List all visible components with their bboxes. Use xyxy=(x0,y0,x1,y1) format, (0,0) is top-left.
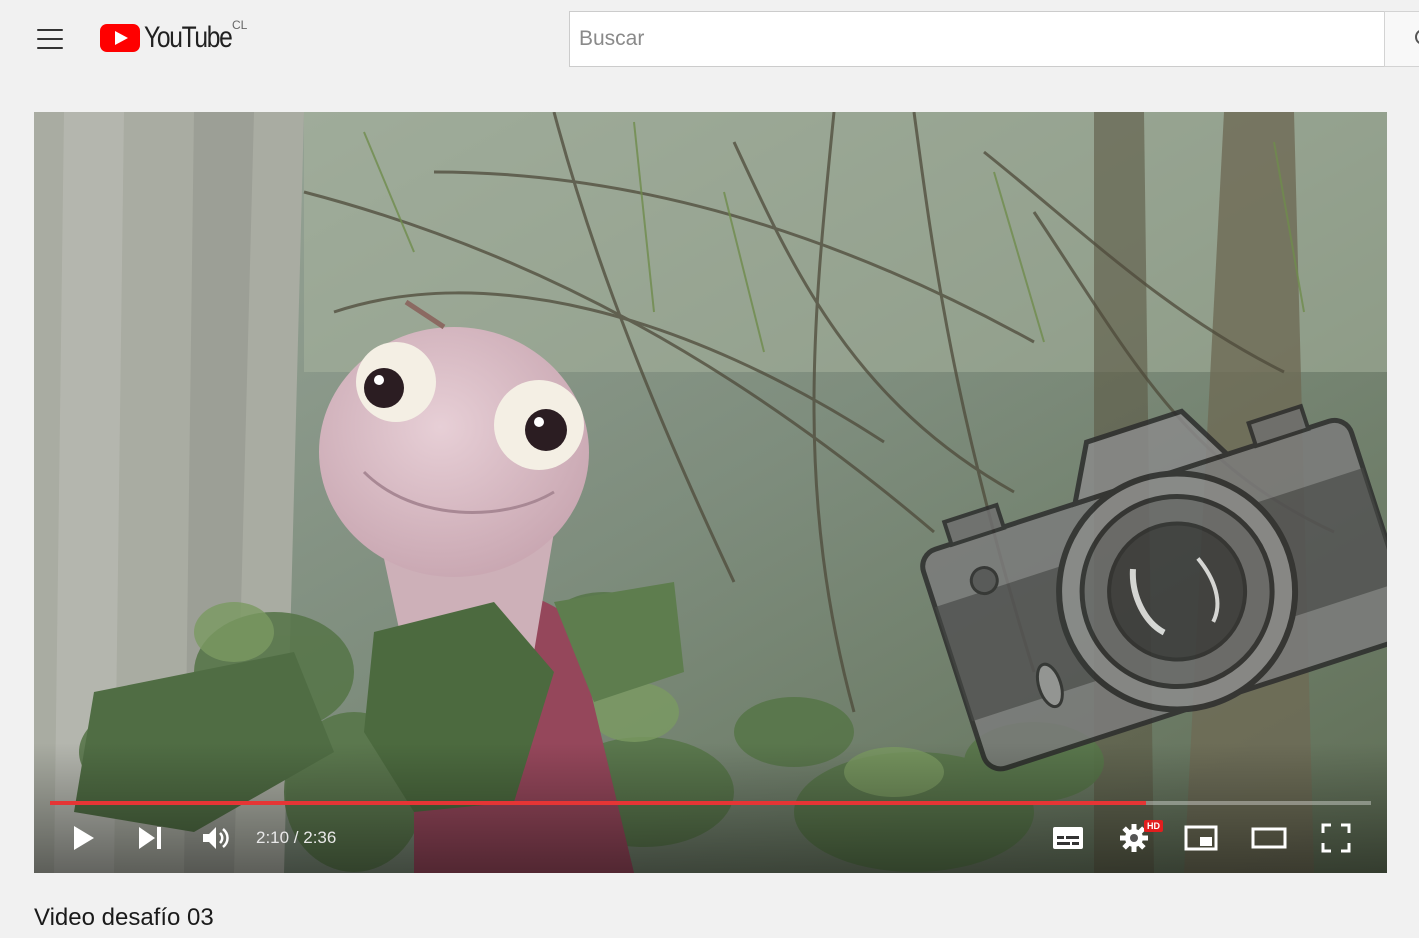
search-icon xyxy=(1415,29,1419,45)
play-icon xyxy=(74,826,94,850)
video-title: Video desafío 03 xyxy=(34,904,214,931)
play-button[interactable] xyxy=(64,818,104,858)
region-code: CL xyxy=(232,18,248,32)
search-input[interactable]: Buscar xyxy=(569,11,1385,67)
video-player[interactable]: 2:10 / 2:36 HD xyxy=(34,112,1387,873)
subtitles-button[interactable] xyxy=(1048,818,1088,858)
theater-mode-button[interactable] xyxy=(1248,818,1290,858)
volume-icon xyxy=(203,827,229,849)
progress-played xyxy=(50,801,1147,805)
miniplayer-icon xyxy=(1184,825,1218,851)
search-placeholder: Buscar xyxy=(579,27,645,50)
next-button[interactable] xyxy=(130,818,170,858)
volume-button[interactable] xyxy=(196,818,236,858)
logo-wordmark: YouTube xyxy=(144,21,233,54)
time-display: 2:10 / 2:36 xyxy=(256,828,337,847)
youtube-logo-icon xyxy=(100,24,140,52)
hd-badge: HD xyxy=(1144,820,1163,832)
theater-mode-icon xyxy=(1251,827,1287,849)
search-button[interactable] xyxy=(1384,11,1419,67)
miniplayer-button[interactable] xyxy=(1181,818,1221,858)
youtube-logo[interactable]: YouTube CL xyxy=(100,18,251,58)
fullscreen-icon xyxy=(1321,823,1351,853)
subtitles-icon xyxy=(1053,827,1083,849)
progress-bar[interactable] xyxy=(50,801,1371,805)
masthead: YouTube CL Buscar xyxy=(0,0,1419,80)
next-icon xyxy=(139,827,161,849)
fullscreen-button[interactable] xyxy=(1316,818,1356,858)
hamburger-menu-icon[interactable] xyxy=(30,22,70,56)
